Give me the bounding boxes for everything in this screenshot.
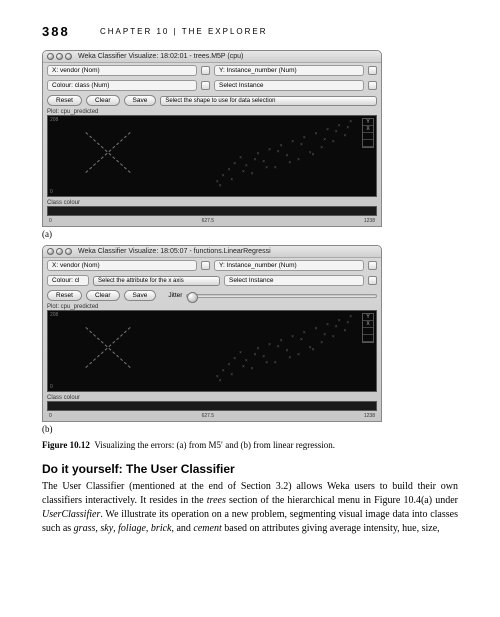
colour-select-b[interactable]: Colour: cl [47,275,89,286]
x-swatch-b[interactable] [201,261,210,270]
data-points: ××× ××× ××× ××× ××× ××× ××× ××× ××× ××× … [213,116,358,196]
class-colour-label-b: Class colour [43,394,381,401]
x-axis-select-b[interactable]: X: vendor (Nom) [47,260,197,271]
reset-button[interactable]: Reset [47,95,82,106]
y-max: 208 [50,117,58,123]
minimize-icon[interactable] [56,53,63,60]
section-heading: Do it yourself: The User Classifier [42,462,458,476]
sublabel-a: (a) [42,229,458,239]
close-icon[interactable] [47,53,54,60]
scatter-plot-b[interactable]: 208 0 YX ××× ××× ××× ××× ××× ××× ××× ×××… [47,310,377,392]
titlebar-a: Weka Classifier Visualize: 18:02:01 - tr… [43,51,381,63]
minimize-icon[interactable] [56,248,63,255]
window-title-b: Weka Classifier Visualize: 18:05:07 - fu… [78,248,271,255]
titlebar-b: Weka Classifier Visualize: 18:05:07 - fu… [43,246,381,258]
plot-legend[interactable]: YX [362,118,374,148]
y-min: 0 [50,189,53,195]
y-min-b: 0 [50,384,53,390]
colour-select[interactable]: Colour: class (Num) [47,80,197,91]
reset-button-b[interactable]: Reset [47,290,82,301]
caption-text: Visualizing the errors: (a) from M5′ and… [94,440,335,450]
y-max-b: 208 [50,312,58,318]
scatter-plot-a[interactable]: 208 0 YX ××× ××× ××× ××× ××× ××× ××× ×××… [47,115,377,197]
window-controls[interactable] [47,53,72,60]
selection-x-marker-b [78,319,138,374]
page-number: 388 [42,24,70,39]
clear-button[interactable]: Clear [86,95,120,106]
colour-bar-a [47,206,377,216]
save-button-b[interactable]: Save [124,290,157,301]
colour-swatch[interactable] [201,81,210,90]
save-button[interactable]: Save [124,95,157,106]
clear-button-b[interactable]: Clear [86,290,120,301]
window-controls-b[interactable] [47,248,72,255]
y-axis-select-b[interactable]: Y: Instance_number (Num) [214,260,364,271]
window-title-a: Weka Classifier Visualize: 18:02:01 - tr… [78,53,243,60]
y-axis-select[interactable]: Y: Instance_number (Num) [214,65,364,76]
sublabel-b: (b) [42,424,458,434]
zoom-icon[interactable] [65,53,72,60]
figure-block: Weka Classifier Visualize: 18:02:01 - tr… [42,50,458,536]
y-swatch-b[interactable] [368,261,377,270]
close-icon[interactable] [47,248,54,255]
x-axis-select[interactable]: X: vendor (Nom) [47,65,197,76]
select-swatch-b[interactable] [368,276,377,285]
shape-select-button[interactable]: Select the shape to use for data selecti… [160,96,377,106]
axis-row-a: 0 627.5 1238 [43,218,381,226]
select-swatch[interactable] [368,81,377,90]
x-color-swatch[interactable] [201,66,210,75]
window-b: Weka Classifier Visualize: 18:05:07 - fu… [42,245,382,422]
jitter-slider[interactable] [186,294,377,298]
window-a: Weka Classifier Visualize: 18:02:01 - tr… [42,50,382,227]
caption-bold: Figure 10.12 [42,440,90,450]
y-color-swatch[interactable] [368,66,377,75]
jitter-label: Jitter [168,292,182,299]
plot-label-a: Plot: cpu_predicted [43,108,381,115]
plot-legend-b[interactable]: YX [362,313,374,343]
selection-x-marker [78,124,138,179]
select-instance-b[interactable]: Select Instance [224,275,364,286]
select-instance[interactable]: Select Instance [214,80,364,91]
tooltip-hint: Select the attribute for the x axis [93,276,220,286]
figure-caption: Figure 10.12 Visualizing the errors: (a)… [42,440,458,452]
axis-row-b: 0 627.5 1238 [43,413,381,421]
colour-bar-b [47,401,377,411]
plot-label-b: Plot: cpu_predicted [43,303,381,310]
chapter-header: CHAPTER 10 | THE EXPLORER [100,27,268,36]
zoom-icon[interactable] [65,248,72,255]
class-colour-label-a: Class colour [43,199,381,206]
body-paragraph: The User Classifier (mentioned at the en… [42,480,458,537]
data-points-b: ××× ××× ××× ××× ××× ××× ××× ××× ××× ××× … [213,311,358,391]
